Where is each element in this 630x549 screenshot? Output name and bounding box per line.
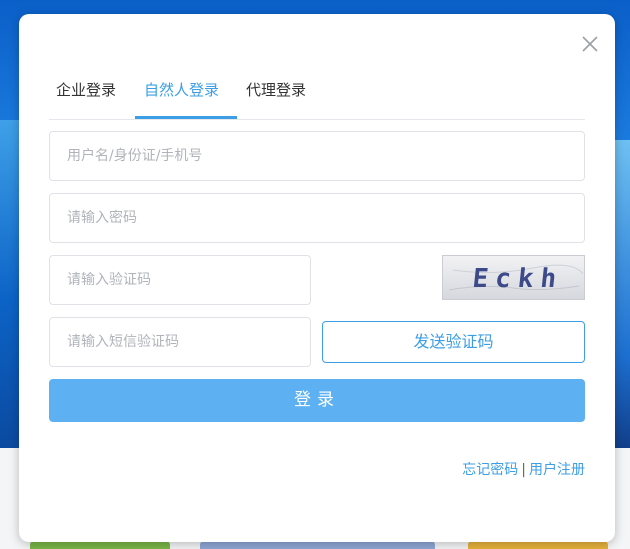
login-tabs: 企业登录 自然人登录 代理登录	[49, 74, 585, 120]
footer-links: 忘记密码 | 用户注册	[379, 460, 585, 480]
captcha-text: Eckh	[471, 264, 565, 294]
tab-individual-login[interactable]: 自然人登录	[144, 74, 219, 120]
captcha-image[interactable]: Eckh	[442, 255, 585, 300]
login-modal: 企业登录 自然人登录 代理登录 Eckh 发送验证码 登录 忘记密码|用户注册	[19, 14, 615, 542]
tab-enterprise-login[interactable]: 企业登录	[56, 74, 116, 120]
background-strip-green	[30, 541, 170, 549]
password-field	[49, 193, 585, 243]
captcha-input[interactable]	[50, 256, 310, 304]
register-link[interactable]: 用户注册	[529, 462, 585, 478]
background-strip-blue	[200, 541, 435, 549]
sms-code-field	[49, 317, 311, 367]
username-field	[49, 131, 585, 181]
password-input[interactable]	[50, 194, 584, 242]
tab-agent-login[interactable]: 代理登录	[246, 74, 306, 120]
close-icon[interactable]	[579, 33, 601, 55]
username-input[interactable]	[50, 132, 584, 180]
link-separator: |	[521, 462, 526, 478]
sms-code-input[interactable]	[50, 318, 310, 366]
background-strip-orange	[468, 541, 608, 549]
captcha-field	[49, 255, 311, 305]
login-button[interactable]: 登录	[49, 379, 585, 422]
active-tab-indicator	[135, 116, 237, 119]
send-code-button[interactable]: 发送验证码	[322, 321, 585, 363]
forgot-password-link[interactable]: 忘记密码	[462, 462, 518, 478]
